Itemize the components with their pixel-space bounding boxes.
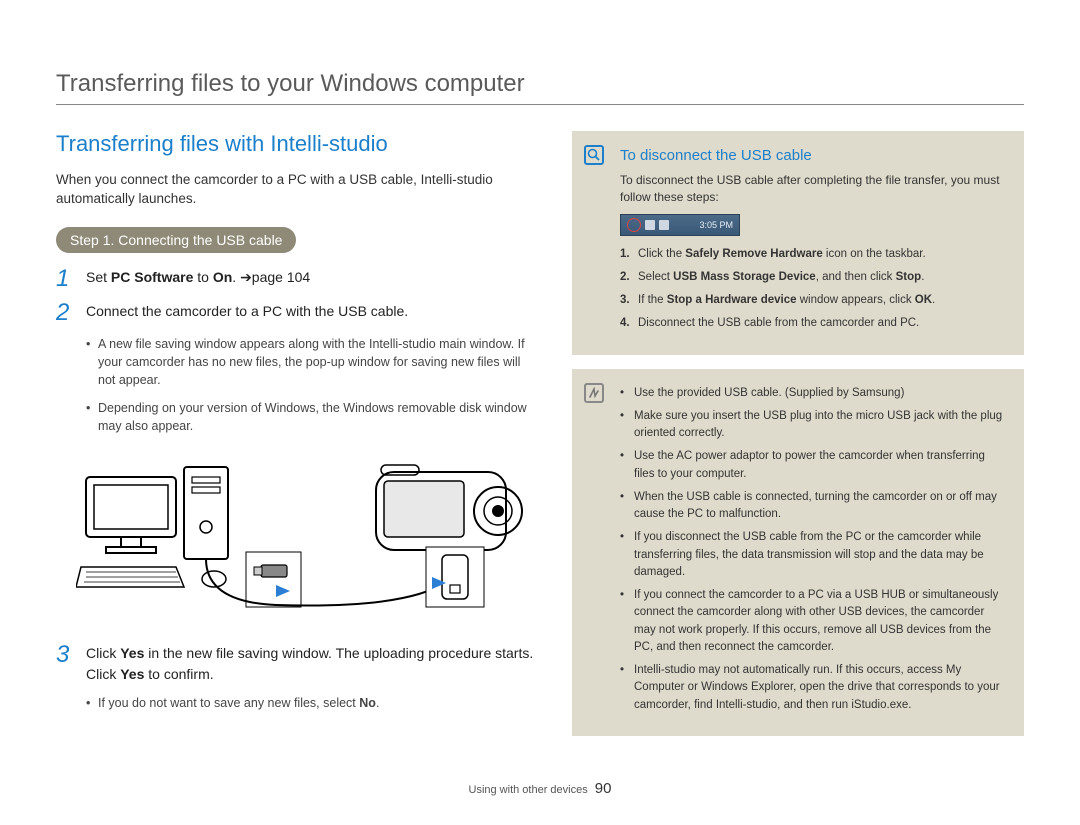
list-item: If you disconnect the USB cable from the… [620,529,1006,581]
tray-time: 3:05 PM [699,220,733,230]
notes-list: Use the provided USB cable. (Supplied by… [620,385,1006,714]
text-bold: OK [915,294,932,306]
page-number: 90 [595,780,612,797]
page-title: Transferring files to your Windows compu… [56,70,1024,105]
text-bold: PC Software [111,269,193,285]
page-footer: Using with other devices 90 [0,780,1080,797]
text: , and then click [816,271,896,283]
text: Select [638,271,673,283]
taskbar-tray-image: 3:05 PM [620,214,740,236]
step-number: 3 [56,643,74,684]
disconnect-steps: Click the Safely Remove Hardware icon on… [620,246,1006,333]
list-item: When the USB cable is connected, turning… [620,489,1006,524]
bullet: Depending on your version of Windows, th… [86,399,536,435]
step-number: 1 [56,267,74,291]
bullet: If you do not want to save any new files… [86,694,536,712]
step-body: Click Yes in the new file saving window.… [86,643,536,684]
text-bold: USB Mass Storage Device [673,271,816,283]
tray-icon [659,220,669,230]
text: to [193,269,212,285]
note-icon [584,383,604,403]
text-bold: No [359,696,376,710]
text: window appears, click [797,294,915,306]
box-text: To disconnect the USB cable after comple… [620,172,1006,206]
tray-icon [645,220,655,230]
list-item: Intelli-studio may not automatically run… [620,662,1006,714]
list-item: Disconnect the USB cable from the camcor… [620,315,1006,332]
intro-text: When you connect the camcorder to a PC w… [56,171,536,209]
text-bold: Stop [896,271,922,283]
text-bold: Yes [120,645,144,661]
disconnect-box: To disconnect the USB cable To disconnec… [572,131,1024,355]
text: icon on the taskbar. [823,248,926,260]
text: . [376,696,379,710]
text: . [932,294,935,306]
step-body: Set PC Software to On. ➔page 104 [86,267,536,291]
text: If you do not want to save any new files… [98,696,359,710]
step3-bullets: If you do not want to save any new files… [86,694,536,712]
step2-bullets: A new file saving window appears along w… [86,335,536,436]
step-pill: Step 1. Connecting the USB cable [56,227,296,253]
bullet: A new file saving window appears along w… [86,335,536,389]
content-columns: Transferring files with Intelli-studio W… [56,131,1024,750]
step-item-1: 1 Set PC Software to On. ➔page 104 [56,267,536,291]
footer-section: Using with other devices [469,784,588,796]
magnifier-icon [584,145,604,165]
text-bold: Safely Remove Hardware [685,248,822,260]
text-bold: On [213,269,232,285]
list-item: Use the AC power adaptor to power the ca… [620,448,1006,483]
text: Click [86,645,120,661]
text: If the [638,294,667,306]
page-ref: ➔page 104 [240,269,310,285]
step-number: 2 [56,301,74,325]
list-item: Click the Safely Remove Hardware icon on… [620,246,1006,263]
left-column: Transferring files with Intelli-studio W… [56,131,536,750]
list-item: Make sure you insert the USB plug into t… [620,408,1006,443]
right-column: To disconnect the USB cable To disconnec… [572,131,1024,750]
box-title: To disconnect the USB cable [620,147,1006,164]
section-title: Transferring files with Intelli-studio [56,131,536,157]
text: to confirm. [144,666,213,682]
text: . [232,269,240,285]
text: . [921,271,924,283]
list-item: Use the provided USB cable. (Supplied by… [620,385,1006,402]
step-item-3: 3 Click Yes in the new file saving windo… [56,643,536,684]
notes-box: Use the provided USB cable. (Supplied by… [572,369,1024,736]
list-item: If the Stop a Hardware device window app… [620,292,1006,309]
text: Click the [638,248,685,260]
list-item: If you connect the camcorder to a PC via… [620,587,1006,656]
list-item: Select USB Mass Storage Device, and then… [620,269,1006,286]
text-bold: Stop a Hardware device [667,294,797,306]
text: Set [86,269,111,285]
safely-remove-icon [627,218,641,232]
step-body: Connect the camcorder to a PC with the U… [86,301,536,325]
text-bold: Yes [120,666,144,682]
connection-illustration [76,447,536,627]
step-item-2: 2 Connect the camcorder to a PC with the… [56,301,536,325]
